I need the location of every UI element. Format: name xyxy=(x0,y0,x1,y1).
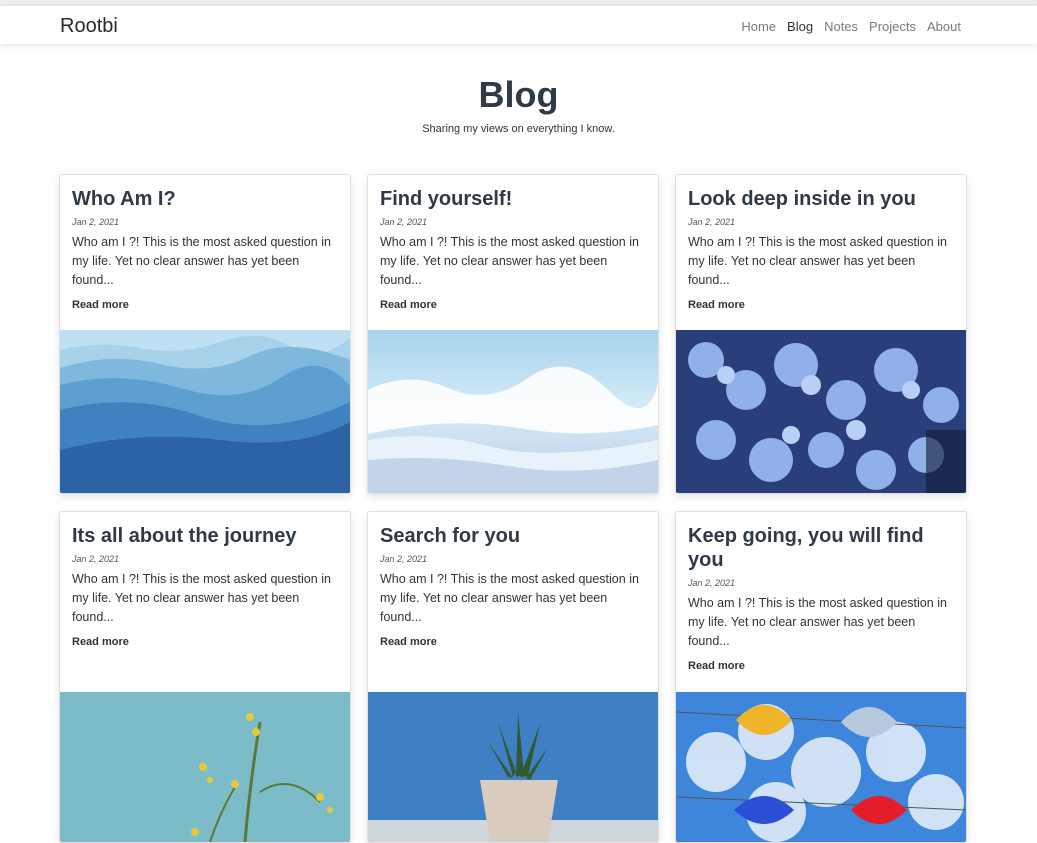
post-date: Jan 2, 2021 xyxy=(688,578,736,588)
blog-card[interactable]: Its all about the journey Jan 2, 2021 Wh… xyxy=(59,511,351,843)
cactus-pot-image[interactable] xyxy=(368,692,658,842)
read-more-link[interactable]: Read more xyxy=(380,299,437,311)
post-excerpt: Who am I ?! This is the most asked quest… xyxy=(380,572,639,624)
post-excerpt: Who am I ?! This is the most asked quest… xyxy=(72,572,331,624)
read-more-link[interactable]: Read more xyxy=(72,636,129,648)
post-excerpt: Who am I ?! This is the most asked quest… xyxy=(688,596,947,648)
read-more-link[interactable]: Read more xyxy=(688,660,745,672)
nav-link-blog[interactable]: Blog xyxy=(787,19,813,34)
post-excerpt: Who am I ?! This is the most asked quest… xyxy=(688,235,947,287)
blog-card[interactable]: Find yourself! Jan 2, 2021 Who am I ?! T… xyxy=(367,174,659,494)
post-excerpt: Who am I ?! This is the most asked quest… xyxy=(72,235,331,287)
post-date: Jan 2, 2021 xyxy=(688,217,736,227)
blog-card[interactable]: Keep going, you will find you Jan 2, 202… xyxy=(675,511,967,843)
umbrellas-sky-image[interactable] xyxy=(676,692,966,842)
blog-card[interactable]: Search for you Jan 2, 2021 Who am I ?! T… xyxy=(367,511,659,843)
ocean-wave-image[interactable] xyxy=(368,330,658,493)
read-more-link[interactable]: Read more xyxy=(72,299,129,311)
brand-logo[interactable]: Rootbi xyxy=(60,15,118,38)
post-excerpt: Who am I ?! This is the most asked quest… xyxy=(380,235,639,287)
page-title: Blog xyxy=(478,74,559,115)
post-date: Jan 2, 2021 xyxy=(380,217,428,227)
blog-card[interactable]: Look deep inside in you Jan 2, 2021 Who … xyxy=(675,174,967,494)
post-date: Jan 2, 2021 xyxy=(72,217,120,227)
blue-mountains-image[interactable] xyxy=(60,330,350,493)
nav-link-home[interactable]: Home xyxy=(741,19,776,34)
post-date: Jan 2, 2021 xyxy=(380,554,428,564)
top-navbar: Rootbi Home Blog Notes Projects About xyxy=(0,6,1037,44)
read-more-link[interactable]: Read more xyxy=(688,299,745,311)
read-more-link[interactable]: Read more xyxy=(380,636,437,648)
nav-link-projects[interactable]: Projects xyxy=(869,19,916,34)
yellow-flowers-image[interactable] xyxy=(60,692,350,842)
nav-link-about[interactable]: About xyxy=(927,19,961,34)
post-date: Jan 2, 2021 xyxy=(72,554,120,564)
nav-links: Home Blog Notes Projects About xyxy=(741,19,961,34)
post-title[interactable]: Keep going, you will find you xyxy=(688,524,954,572)
blue-hydrangea-image[interactable] xyxy=(676,330,966,493)
blog-card[interactable]: Who Am I? Jan 2, 2021 Who am I ?! This i… xyxy=(59,174,351,494)
nav-link-notes[interactable]: Notes xyxy=(824,19,858,34)
post-title[interactable]: Who Am I? xyxy=(72,187,338,211)
post-title[interactable]: Find yourself! xyxy=(380,187,646,211)
post-title[interactable]: Look deep inside in you xyxy=(688,187,954,211)
post-title[interactable]: Search for you xyxy=(380,524,646,548)
page-subtitle: Sharing my views on everything I know. xyxy=(422,123,615,135)
post-title[interactable]: Its all about the journey xyxy=(72,524,338,548)
